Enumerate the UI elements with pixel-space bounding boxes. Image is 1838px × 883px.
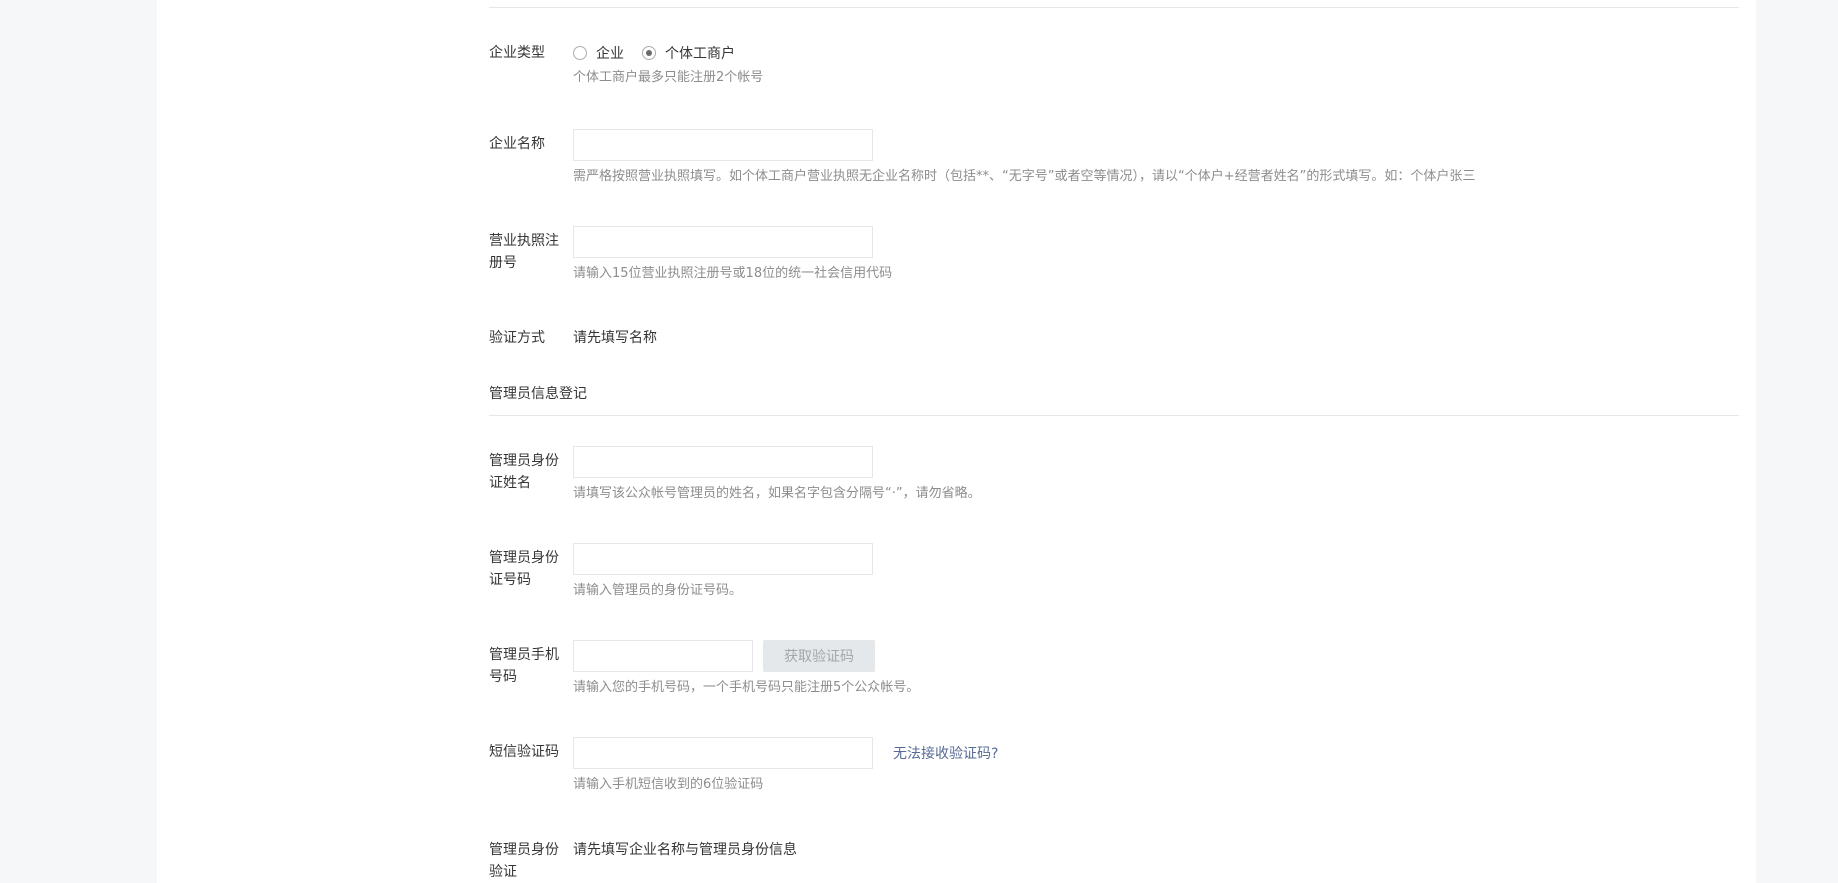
main-panel: 企业类型 企业 个体工商户 个体工商户最多只能注册2个帐号 企业名称 需严格按照… <box>157 0 1756 883</box>
admin-id-input[interactable] <box>573 543 873 575</box>
license-number-label-line1: 营业执照注 <box>489 233 559 249</box>
admin-name-label-line1: 管理员身份 <box>489 453 559 469</box>
admin-phone-label: 管理员手机 号码 <box>489 644 561 688</box>
enterprise-name-input[interactable] <box>573 129 873 161</box>
cannot-receive-code-link[interactable]: 无法接收验证码? <box>893 743 998 763</box>
license-number-label: 营业执照注 册号 <box>489 230 561 274</box>
sms-code-tip: 请输入手机短信收到的6位验证码 <box>573 777 764 792</box>
admin-phone-inline: 获取验证码 <box>573 640 919 672</box>
radio-checked-icon[interactable] <box>642 46 656 60</box>
admin-section-title: 管理员信息登记 <box>489 386 587 402</box>
sms-code-input[interactable] <box>573 737 873 769</box>
admin-verify-label-line2: 验证 <box>489 864 517 880</box>
enterprise-type-label: 企业类型 <box>489 45 545 61</box>
admin-name-label-line2: 证姓名 <box>489 475 531 491</box>
admin-phone-input[interactable] <box>573 640 753 672</box>
enterprise-name-tip: 需严格按照营业执照填写。如个体工商户营业执照无企业名称时（包括**、“无字号”或… <box>573 169 1476 184</box>
admin-name-label: 管理员身份 证姓名 <box>489 450 561 494</box>
verify-method-label: 验证方式 <box>489 330 545 346</box>
admin-id-tip: 请输入管理员的身份证号码。 <box>573 583 743 598</box>
get-verification-code-button[interactable]: 获取验证码 <box>763 640 875 672</box>
sms-code-inline: 无法接收验证码? <box>573 737 998 769</box>
sms-code-field: 无法接收验证码? 请输入手机短信收到的6位验证码 <box>573 737 998 795</box>
radio-individual-business-label: 个体工商户 <box>665 46 735 62</box>
sms-code-label: 短信验证码 <box>489 744 559 760</box>
admin-name-field: 请填写该公众帐号管理员的姓名，如果名字包含分隔号“·”，请勿省略。 <box>573 446 981 504</box>
admin-phone-label-line2: 号码 <box>489 669 517 685</box>
admin-name-tip: 请填写该公众帐号管理员的姓名，如果名字包含分隔号“·”，请勿省略。 <box>573 486 981 501</box>
top-divider <box>489 7 1739 8</box>
admin-verify-label: 管理员身份 验证 <box>489 839 561 883</box>
license-number-label-line2: 册号 <box>489 255 517 271</box>
license-number-tip: 请输入15位营业执照注册号或18位的统一社会信用代码 <box>573 266 893 281</box>
admin-verify-text: 请先填写企业名称与管理员身份信息 <box>573 842 797 858</box>
radio-enterprise-label: 企业 <box>596 46 624 62</box>
enterprise-name-label: 企业名称 <box>489 136 545 152</box>
enterprise-type-radio-group: 企业 个体工商户 <box>573 42 763 64</box>
admin-phone-field: 获取验证码 请输入您的手机号码，一个手机号码只能注册5个公众帐号。 <box>573 640 919 698</box>
admin-name-input[interactable] <box>573 446 873 478</box>
admin-section-divider <box>489 415 1739 416</box>
radio-individual-business[interactable]: 个体工商户 <box>642 43 735 63</box>
admin-verify-label-line1: 管理员身份 <box>489 842 559 858</box>
radio-unchecked-icon[interactable] <box>573 46 587 60</box>
enterprise-type-tip: 个体工商户最多只能注册2个帐号 <box>573 70 764 85</box>
verify-method-text: 请先填写名称 <box>573 330 657 346</box>
license-number-input[interactable] <box>573 226 873 258</box>
admin-id-label: 管理员身份 证号码 <box>489 547 561 591</box>
admin-phone-tip: 请输入您的手机号码，一个手机号码只能注册5个公众帐号。 <box>573 680 920 695</box>
enterprise-type-field: 企业 个体工商户 个体工商户最多只能注册2个帐号 <box>573 42 763 88</box>
admin-id-label-line2: 证号码 <box>489 572 531 588</box>
license-number-field: 请输入15位营业执照注册号或18位的统一社会信用代码 <box>573 226 892 284</box>
admin-id-label-line1: 管理员身份 <box>489 550 559 566</box>
admin-id-field: 请输入管理员的身份证号码。 <box>573 543 873 601</box>
admin-phone-label-line1: 管理员手机 <box>489 647 559 663</box>
enterprise-name-field: 需严格按照营业执照填写。如个体工商户营业执照无企业名称时（包括**、“无字号”或… <box>573 129 1475 187</box>
radio-enterprise[interactable]: 企业 <box>573 43 624 63</box>
